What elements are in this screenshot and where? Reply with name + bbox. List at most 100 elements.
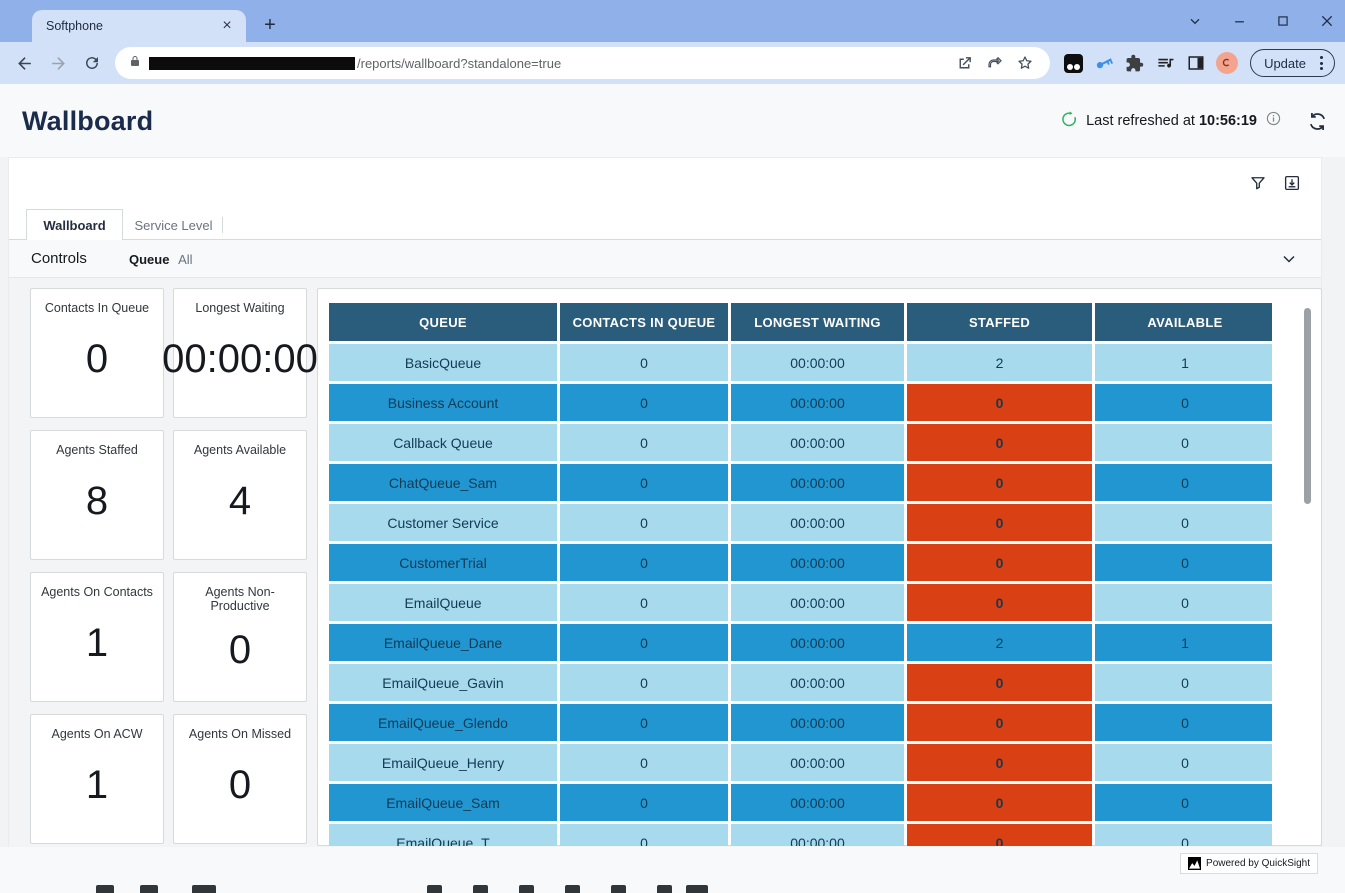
browser-tab[interactable]: Softphone × [32,10,246,42]
cell-available: 0 [1095,384,1272,421]
media-queue-icon[interactable] [1150,48,1181,78]
cell-longest-waiting: 00:00:00 [731,344,904,381]
cell-available: 0 [1095,664,1272,701]
url-path: /reports/wallboard?standalone=true [357,56,950,71]
profile-avatar[interactable] [1211,48,1242,78]
column-header-available: AVAILABLE [1095,303,1272,341]
column-header-staffed: STAFFED [907,303,1092,341]
maximize-icon[interactable] [1273,11,1293,31]
cell-contacts-in-queue: 0 [560,424,728,461]
cell-contacts-in-queue: 0 [560,464,728,501]
info-icon[interactable] [1265,110,1282,132]
kpi-grid: Contacts In Queue0Longest Waiting00:00:0… [30,288,308,844]
cell-longest-waiting: 00:00:00 [731,584,904,621]
column-header-queue: QUEUE [329,303,557,341]
cell-queue: Customer Service [329,504,557,541]
cell-staffed: 0 [907,424,1092,461]
kpi-value: 0 [229,613,251,701]
cell-longest-waiting: 00:00:00 [731,744,904,781]
cell-contacts-in-queue: 0 [560,704,728,741]
auto-refresh-timer-icon [1060,110,1078,133]
cell-longest-waiting: 00:00:00 [731,504,904,541]
tab-service-level-label: Service Level [134,218,212,233]
cell-staffed: 2 [907,624,1092,661]
back-icon[interactable] [8,48,42,78]
close-icon[interactable] [1317,11,1337,31]
key-extension-icon[interactable] [1089,48,1120,78]
cell-available: 0 [1095,464,1272,501]
bookmark-star-icon[interactable] [1010,49,1040,77]
share-icon[interactable] [980,49,1010,77]
cell-longest-waiting: 00:00:00 [731,424,904,461]
kpi-value: 00:00:00 [162,315,318,417]
quicksight-badge[interactable]: Powered by QuickSight [1180,853,1318,874]
queue-filter-value: All [178,252,192,267]
kpi-card-agents-available: Agents Available4 [173,430,307,560]
queue-table: QUEUECONTACTS IN QUEUELONGEST WAITINGSTA… [326,300,1272,846]
cell-staffed: 0 [907,664,1092,701]
tab-divider [222,217,223,233]
reading-mode-icon[interactable] [1181,48,1212,78]
cell-contacts-in-queue: 0 [560,384,728,421]
lock-icon[interactable] [129,54,141,73]
powered-by-text: Powered by QuickSight [1206,858,1310,869]
cell-queue: Business Account [329,384,557,421]
table-row-emailqueue-henry: EmailQueue_Henry000:00:0000 [329,744,1272,781]
cell-staffed: 2 [907,344,1092,381]
cell-queue: CustomerTrial [329,544,557,581]
domino-extension-icon[interactable] [1058,48,1089,78]
cell-available: 1 [1095,344,1272,381]
kpi-card-agents-on-missed: Agents On Missed0 [173,714,307,844]
cell-longest-waiting: 00:00:00 [731,464,904,501]
table-row-emailqueue-gavin: EmailQueue_Gavin000:00:0000 [329,664,1272,701]
last-refreshed-time: 10:56:19 [1199,113,1257,129]
kpi-value: 8 [86,457,108,559]
reload-icon[interactable] [75,48,109,78]
export-download-icon[interactable] [1281,172,1303,194]
kpi-label: Agents Staffed [52,443,142,457]
open-in-new-icon[interactable] [950,49,980,77]
table-row-chatqueue-sam: ChatQueue_Sam000:00:0000 [329,464,1272,501]
update-button-label: Update [1264,56,1306,71]
url-bar[interactable]: /reports/wallboard?standalone=true [115,47,1050,79]
controls-collapse-chevron-icon[interactable] [1279,249,1299,269]
puzzle-extensions-icon[interactable] [1119,48,1150,78]
dashboard-sheet: Contacts In Queue0Longest Waiting00:00:0… [9,278,1321,848]
cell-contacts-in-queue: 0 [560,544,728,581]
column-header-contacts-in-queue: CONTACTS IN QUEUE [560,303,728,341]
new-tab-button[interactable]: + [258,14,282,38]
cell-queue: Callback Queue [329,424,557,461]
chevron-down-icon[interactable] [1185,11,1205,31]
cell-contacts-in-queue: 0 [560,824,728,846]
kpi-value: 0 [86,315,108,417]
cell-contacts-in-queue: 0 [560,344,728,381]
forward-icon[interactable] [42,48,76,78]
queue-filter-dropdown[interactable]: Queue All [129,252,193,267]
cell-queue: EmailQueue_T [329,824,557,846]
cell-staffed: 0 [907,544,1092,581]
cell-available: 0 [1095,424,1272,461]
minimize-icon[interactable] [1229,11,1249,31]
browser-toolbar: /reports/wallboard?standalone=true Updat… [0,42,1345,84]
refresh-button[interactable] [1304,108,1330,134]
browser-window: Softphone × + /reports/wallboa [0,0,1345,893]
cell-available: 0 [1095,504,1272,541]
update-button[interactable]: Update [1250,49,1335,77]
window-controls [1185,0,1337,42]
cell-queue: EmailQueue_Glendo [329,704,557,741]
sheet-tabstrip: Wallboard Service Level [9,209,1321,240]
tab-service-level[interactable]: Service Level [131,209,216,241]
table-scrollbar-thumb[interactable] [1304,308,1311,504]
cell-longest-waiting: 00:00:00 [731,704,904,741]
cell-queue: EmailQueue_Henry [329,744,557,781]
tab-close-icon[interactable]: × [218,17,236,35]
cell-queue: ChatQueue_Sam [329,464,557,501]
cell-available: 1 [1095,624,1272,661]
kpi-value: 4 [229,457,251,559]
kpi-value: 0 [229,741,251,843]
filter-icon[interactable] [1247,172,1269,194]
kebab-menu-icon[interactable] [1315,56,1328,70]
tab-wallboard[interactable]: Wallboard [26,209,123,241]
kpi-label: Longest Waiting [191,301,288,315]
cell-queue: EmailQueue_Dane [329,624,557,661]
